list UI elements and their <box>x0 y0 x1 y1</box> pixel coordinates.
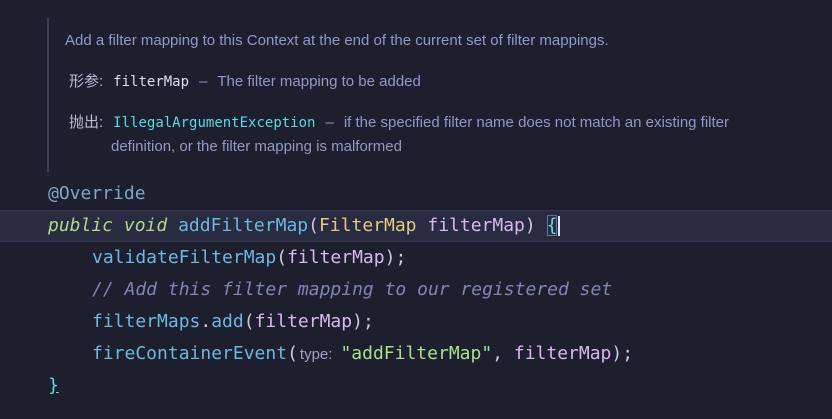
override-annotation: @Override <box>48 183 146 204</box>
keyword-public: public <box>48 215 114 236</box>
close-brace: } <box>48 375 59 396</box>
keyword-void: void <box>123 215 168 236</box>
javadoc-throws-row: 抛出: IllegalArgumentException – if the speci… <box>69 111 729 132</box>
code-comment: // Add this filter mapping to our regist… <box>92 279 613 300</box>
param-name: filterMap <box>427 215 525 236</box>
code-line-annotation[interactable]: @Override <box>0 178 832 210</box>
code-line-fire-event[interactable]: fireContainerEvent(type: "addFilterMap", … <box>0 338 832 370</box>
javadoc-param-row: 形参: filterMap – The filter mapping to be ad… <box>69 70 421 91</box>
throws-description-continued: definition, or the filter mapping is mal… <box>111 138 402 155</box>
param-dash: – <box>199 73 208 90</box>
throws-description: if the specified filter name does not ma… <box>343 114 730 131</box>
open-brace: { <box>546 215 558 236</box>
event-string: "addFilterMap" <box>340 343 493 364</box>
param-type: FilterMap <box>318 215 417 236</box>
exception-link[interactable]: IllegalArgumentException <box>113 115 315 131</box>
field-filterMaps: filterMaps <box>92 311 201 332</box>
code-line-validate[interactable]: validateFilterMap(filterMap); <box>0 242 832 274</box>
code-line-add[interactable]: filterMaps.add(filterMap); <box>0 306 832 338</box>
fire-event-call: fireContainerEvent <box>92 343 288 364</box>
text-caret <box>558 216 561 236</box>
param-description: The filter mapping to be added <box>217 73 421 90</box>
throws-label: 抛出: <box>69 114 104 131</box>
javadoc-popup: Add a filter mapping to this Context at … <box>47 18 832 172</box>
validate-call: validateFilterMap <box>92 247 277 268</box>
param-name-link[interactable]: filterMap <box>113 74 189 90</box>
code-line-comment[interactable]: // Add this filter mapping to our regist… <box>0 274 832 306</box>
throws-dash: – <box>325 114 334 131</box>
validate-arg: filterMap <box>287 247 385 268</box>
param-label: 形参: <box>69 73 104 90</box>
javadoc-summary: Add a filter mapping to this Context at … <box>65 32 609 49</box>
add-arg: filterMap <box>254 311 353 332</box>
code-line-close[interactable]: } <box>0 370 832 402</box>
add-call: add <box>211 311 244 332</box>
code-line-signature[interactable]: public void addFilterMap(FilterMap filte… <box>0 210 832 242</box>
parameter-hint: type: <box>299 346 333 363</box>
method-name: addFilterMap <box>178 215 309 236</box>
fire-event-arg: filterMap <box>513 343 612 364</box>
